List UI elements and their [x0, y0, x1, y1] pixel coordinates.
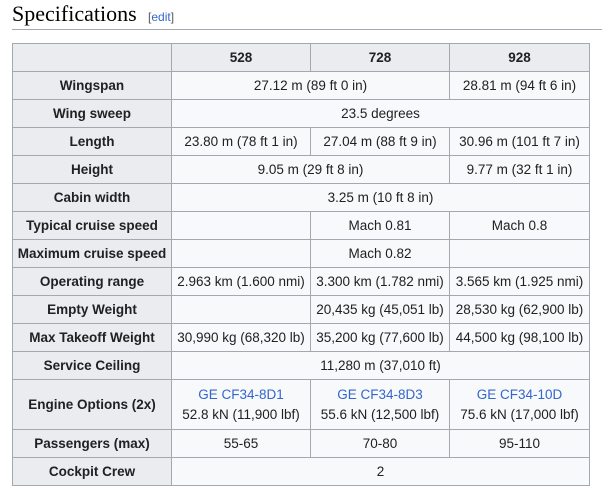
section-title: Specifications	[12, 1, 137, 26]
engine-thrust-928: 75.6 kN (17,000 lbf)	[460, 406, 579, 422]
row-label: Wingspan	[12, 71, 172, 100]
length-928: 30.96 m (101 ft 7 in)	[449, 127, 590, 156]
row-label: Service Ceiling	[12, 351, 172, 380]
column-header-928: 928	[449, 43, 590, 72]
passengers-928: 95-110	[449, 429, 590, 458]
row-cockpit-crew: Cockpit Crew 2	[12, 457, 590, 486]
row-empty-weight: Empty Weight 20,435 kg (45,051 lb) 28,53…	[12, 295, 590, 324]
passengers-728: 70-80	[310, 429, 450, 458]
row-engine-options: Engine Options (2x) GE CF34-8D1 52.8 kN …	[12, 379, 590, 430]
edit-bracket-close: ]	[170, 10, 175, 24]
row-service-ceiling: Service Ceiling 11,280 m (37,010 ft)	[12, 351, 590, 380]
row-label: Wing sweep	[12, 99, 172, 128]
cabin-width-all: 3.25 m (10 ft 8 in)	[171, 183, 590, 212]
typical-cruise-728: Mach 0.81	[310, 211, 450, 240]
max-cruise-728: Mach 0.82	[310, 239, 450, 268]
wingspan-528-728: 27.12 m (89 ft 0 in)	[171, 71, 450, 100]
empty-weight-528	[171, 295, 311, 324]
engine-thrust-528: 52.8 kN (11,900 lbf)	[182, 406, 300, 422]
engine-thrust-728: 55.6 kN (12,500 lbf)	[320, 406, 440, 422]
length-728: 27.04 m (88 ft 9 in)	[310, 127, 450, 156]
height-528-728: 9.05 m (29 ft 8 in)	[171, 155, 450, 184]
row-typical-cruise-speed: Typical cruise speed Mach 0.81 Mach 0.8	[12, 211, 590, 240]
mtow-728: 35,200 kg (77,600 lb)	[310, 323, 450, 352]
row-label: Cabin width	[12, 183, 172, 212]
row-label: Passengers (max)	[12, 429, 172, 458]
engine-728: GE CF34-8D3 55.6 kN (12,500 lbf)	[310, 379, 450, 430]
typical-cruise-928: Mach 0.8	[449, 211, 590, 240]
passengers-528: 55-65	[171, 429, 311, 458]
wingspan-928: 28.81 m (94 ft 6 in)	[449, 71, 590, 100]
specifications-table: 528 728 928 Wingspan 27.12 m (89 ft 0 in…	[12, 43, 590, 486]
row-cabin-width: Cabin width 3.25 m (10 ft 8 in)	[12, 183, 590, 212]
max-cruise-528	[171, 239, 311, 268]
row-max-takeoff-weight: Max Takeoff Weight 30,990 kg (68,320 lb)…	[12, 323, 590, 352]
row-wing-sweep: Wing sweep 23.5 degrees	[12, 99, 590, 128]
max-cruise-928	[449, 239, 590, 268]
row-operating-range: Operating range 2.963 km (1.600 nmi) 3.3…	[12, 267, 590, 296]
row-label: Height	[12, 155, 172, 184]
engine-link-528[interactable]: GE CF34-8D1	[174, 385, 308, 405]
empty-weight-728: 20,435 kg (45,051 lb)	[310, 295, 450, 324]
edit-section: [edit]	[148, 10, 174, 24]
row-label: Max Takeoff Weight	[12, 323, 172, 352]
row-label: Length	[12, 127, 172, 156]
row-label: Cockpit Crew	[12, 457, 172, 486]
section-heading: Specifications [edit]	[12, 0, 602, 30]
mtow-928: 44,500 kg (98,100 lb)	[449, 323, 590, 352]
row-wingspan: Wingspan 27.12 m (89 ft 0 in) 28.81 m (9…	[12, 71, 590, 100]
ceiling-all: 11,280 m (37,010 ft)	[171, 351, 590, 380]
row-label: Operating range	[12, 267, 172, 296]
engine-link-928[interactable]: GE CF34-10D	[452, 385, 587, 405]
column-header-728: 728	[310, 43, 450, 72]
range-528: 2.963 km (1.600 nmi)	[171, 267, 311, 296]
header-corner	[12, 43, 172, 72]
empty-weight-928: 28,530 kg (62,900 lb)	[449, 295, 590, 324]
row-passengers: Passengers (max) 55-65 70-80 95-110	[12, 429, 590, 458]
row-label: Typical cruise speed	[12, 211, 172, 240]
length-528: 23.80 m (78 ft 1 in)	[171, 127, 311, 156]
crew-all: 2	[171, 457, 590, 486]
typical-cruise-528	[171, 211, 311, 240]
wing-sweep-all: 23.5 degrees	[171, 99, 590, 128]
edit-link[interactable]: edit	[151, 10, 170, 24]
column-header-528: 528	[171, 43, 311, 72]
mtow-528: 30,990 kg (68,320 lb)	[171, 323, 311, 352]
engine-link-728[interactable]: GE CF34-8D3	[313, 385, 447, 405]
row-length: Length 23.80 m (78 ft 1 in) 27.04 m (88 …	[12, 127, 590, 156]
row-maximum-cruise-speed: Maximum cruise speed Mach 0.82	[12, 239, 590, 268]
row-label: Engine Options (2x)	[12, 379, 172, 430]
range-728: 3.300 km (1.782 nmi)	[310, 267, 450, 296]
engine-528: GE CF34-8D1 52.8 kN (11,900 lbf)	[171, 379, 311, 430]
range-928: 3.565 km (1.925 nmi)	[449, 267, 590, 296]
height-928: 9.77 m (32 ft 1 in)	[449, 155, 590, 184]
row-label: Empty Weight	[12, 295, 172, 324]
header-row: 528 728 928	[12, 43, 590, 72]
row-height: Height 9.05 m (29 ft 8 in) 9.77 m (32 ft…	[12, 155, 590, 184]
engine-928: GE CF34-10D 75.6 kN (17,000 lbf)	[449, 379, 590, 430]
row-label: Maximum cruise speed	[12, 239, 172, 268]
